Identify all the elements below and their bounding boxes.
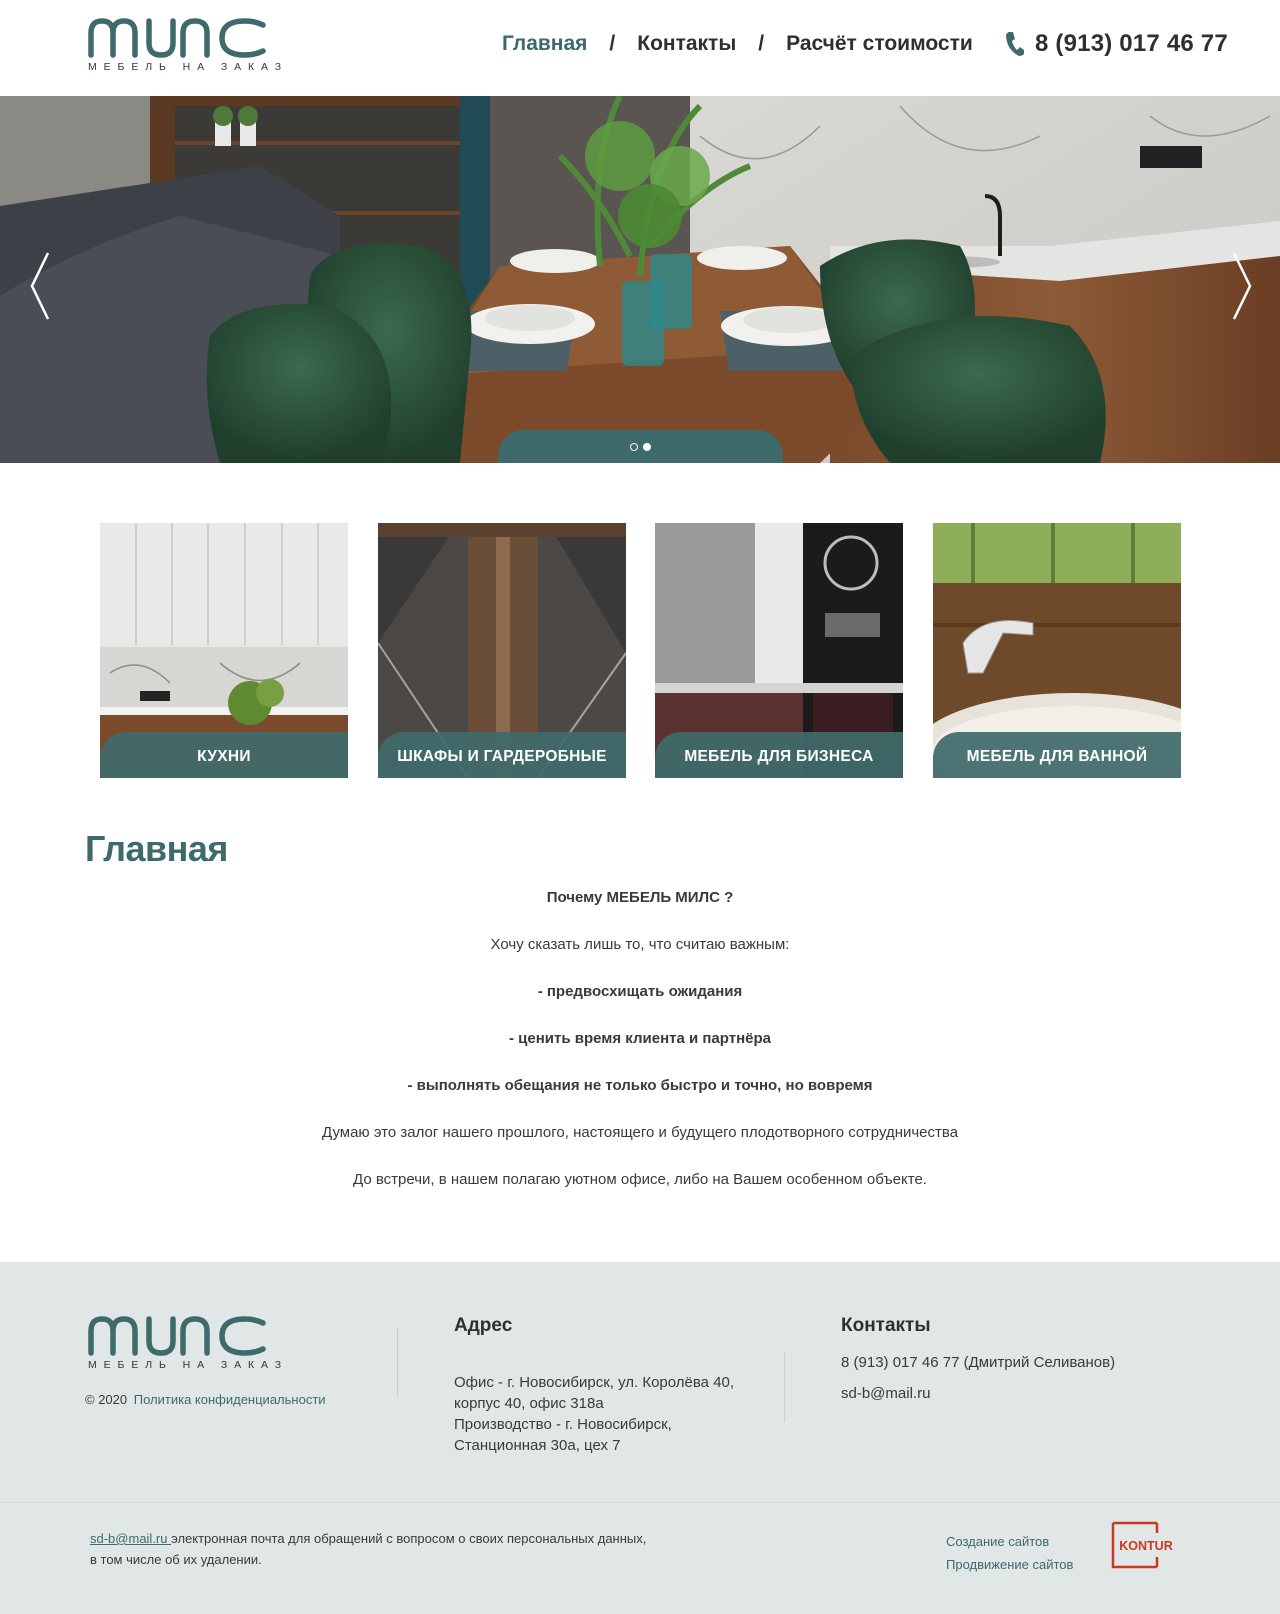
kontur-logo[interactable]: KONTUR: [1111, 1521, 1181, 1569]
prev-arrow-icon[interactable]: [26, 251, 56, 321]
card-label: МЕБЕЛЬ ДЛЯ БИЗНЕСА: [684, 748, 874, 765]
footer-divider: [397, 1328, 398, 1398]
card-label: КУХНИ: [197, 748, 251, 765]
privacy-policy-link[interactable]: Политика конфиденциальности: [134, 1392, 326, 1407]
create-sites-link[interactable]: Создание сайтов: [946, 1530, 1073, 1553]
content-paragraph: - ценить время клиента и партнёра: [85, 1029, 1195, 1076]
promote-sites-link[interactable]: Продвижение сайтов: [946, 1553, 1073, 1576]
content-point: - ценить время клиента и партнёра: [509, 1030, 771, 1047]
footer-separator: [0, 1502, 1280, 1503]
content-paragraph: - выполнять обещания не только быстро и …: [85, 1076, 1195, 1123]
content-heading: Почему МЕБЕЛЬ МИЛС ?: [546, 889, 734, 906]
address-line: корпус 40, офис 318а: [454, 1395, 604, 1412]
nav-separator: /: [758, 32, 765, 55]
footer-logo[interactable]: МЕБЕЛЬ НА ЗАКАЗ: [87, 1313, 281, 1375]
address-block: Офис - г. Новосибирск, ул. Королёва 40, …: [454, 1372, 774, 1456]
main-nav: Главная / Контакты / Расчёт стоимости: [502, 32, 973, 56]
logo-tagline: МЕБЕЛЬ НА ЗАКАЗ: [88, 61, 289, 73]
slider-dot-1[interactable]: [630, 443, 638, 451]
header-phone[interactable]: 8 (913) 017 46 77: [1005, 30, 1228, 58]
contact-phone[interactable]: 8 (913) 017 46 77 (Дмитрий Селиванов): [841, 1354, 1115, 1371]
footer-divider: [784, 1352, 785, 1422]
note-text: электронная почта для обращений с вопрос…: [171, 1531, 647, 1546]
site-footer: МЕБЕЛЬ НА ЗАКАЗ © 2020 Политика конфиден…: [0, 1262, 1280, 1614]
address-heading: Адрес: [454, 1315, 513, 1336]
logo-mark: [88, 1316, 266, 1356]
kontur-label: KONTUR: [1119, 1539, 1172, 1553]
page-title: Главная: [85, 828, 228, 869]
next-arrow-icon[interactable]: [1226, 251, 1256, 321]
content-paragraph: Хочу сказать лишь то, что считаю важным:: [490, 936, 790, 953]
nav-separator: /: [609, 32, 616, 55]
content-point: - выполнять обещания не только быстро и …: [407, 1077, 873, 1094]
category-card-wardrobes[interactable]: ШКАФЫ И ГАРДЕРОБНЫЕ: [378, 523, 626, 778]
category-card-business[interactable]: МЕБЕЛЬ ДЛЯ БИЗНЕСА: [655, 523, 903, 778]
developer-links: Создание сайтов Продвижение сайтов: [946, 1530, 1073, 1576]
address-line: Офис - г. Новосибирск, ул. Королёва 40,: [454, 1374, 735, 1391]
content-point: - предвосхищать ожидания: [537, 983, 743, 1000]
contacts-heading: Контакты: [841, 1315, 931, 1336]
slide-image: [0, 96, 1280, 463]
hero-slider: [0, 96, 1280, 463]
category-card-bathroom[interactable]: МЕБЕЛЬ ДЛЯ ВАННОЙ: [933, 523, 1181, 778]
nav-price-calc[interactable]: Расчёт стоимости: [786, 32, 973, 56]
copyright: © 2020 Политика конфиденциальности: [85, 1392, 326, 1407]
nav-home[interactable]: Главная: [502, 32, 587, 56]
note-text: в том числе об их удалении.: [90, 1552, 262, 1567]
contact-email[interactable]: sd-b@mail.ru: [841, 1385, 930, 1402]
logo[interactable]: МЕБЕЛЬ НА ЗАКАЗ: [87, 15, 281, 77]
content-paragraph: Думаю это залог нашего прошлого, настоящ…: [321, 1124, 959, 1141]
copyright-text: © 2020: [85, 1392, 128, 1407]
nav-contacts[interactable]: Контакты: [637, 32, 736, 56]
card-label: МЕБЕЛЬ ДЛЯ ВАННОЙ: [966, 748, 1148, 765]
content-paragraph: До встречи, в нашем полагаю уютном офисе…: [353, 1171, 927, 1188]
phone-number: 8 (913) 017 46 77: [1035, 30, 1228, 57]
slider-dot-2[interactable]: [643, 443, 651, 451]
main-content: Почему МЕБЕЛЬ МИЛС ? Хочу сказать лишь т…: [85, 888, 1195, 1217]
address-line: Станционная 30а, цех 7: [454, 1437, 621, 1454]
address-line: Производство - г. Новосибирск,: [454, 1416, 672, 1433]
logo-mark: [88, 18, 266, 58]
privacy-note: sd-b@mail.ru электронная почта для обращ…: [90, 1528, 646, 1570]
site-header: МЕБЕЛЬ НА ЗАКАЗ Главная / Контакты / Рас…: [0, 0, 1280, 96]
content-paragraph: - предвосхищать ожидания: [85, 982, 1195, 1029]
category-card-kitchens[interactable]: КУХНИ: [100, 523, 348, 778]
content-paragraph: Почему МЕБЕЛЬ МИЛС ?: [85, 888, 1195, 935]
card-label: ШКАФЫ И ГАРДЕРОБНЫЕ: [397, 748, 607, 765]
phone-icon: [1006, 32, 1024, 56]
logo-tagline: МЕБЕЛЬ НА ЗАКАЗ: [88, 1359, 289, 1371]
slider-dots-panel: [498, 430, 783, 463]
note-email-link[interactable]: sd-b@mail.ru: [90, 1531, 171, 1546]
